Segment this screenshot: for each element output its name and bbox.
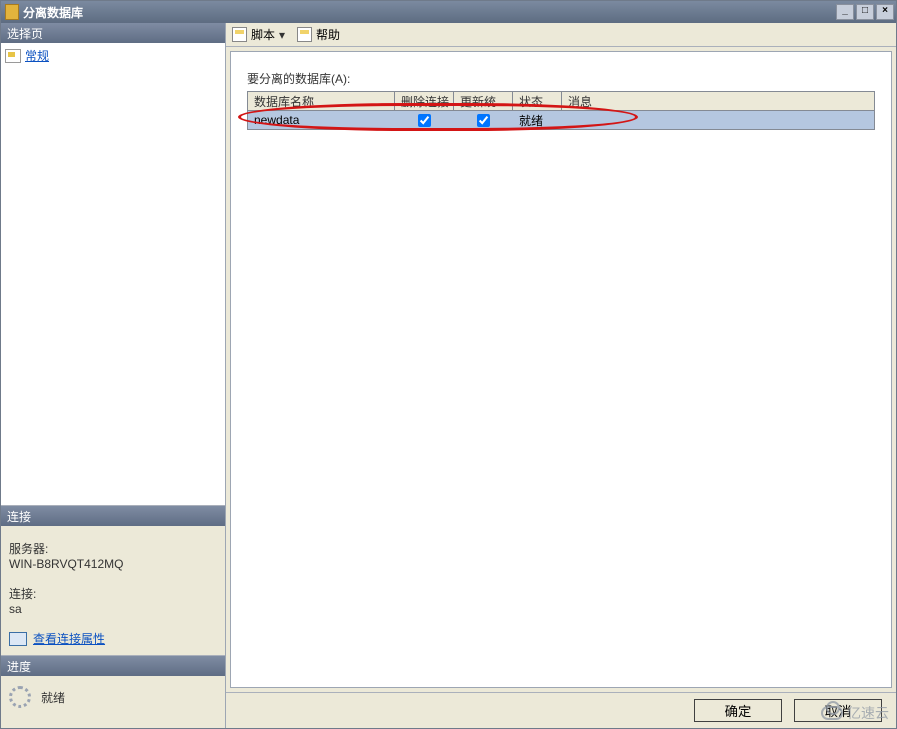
- grid-header: 数据库名称 删除连接 更新统… 状态 消息: [248, 92, 874, 111]
- left-panel: 选择页 常规 连接 服务器: WIN-B8RVQT412MQ 连接: sa 查看…: [1, 23, 226, 728]
- drop-connections-checkbox[interactable]: [418, 114, 431, 127]
- right-panel: 脚本 ▾ 帮助 要分离的数据库(A): 数据库名称 删除连接 更新统… 状态: [226, 23, 896, 728]
- view-connection-properties-link[interactable]: 查看连接属性: [9, 630, 217, 647]
- prompt-label: 要分离的数据库(A):: [247, 70, 875, 87]
- page-general-label: 常规: [25, 47, 49, 64]
- script-label: 脚本: [251, 26, 275, 43]
- chevron-down-icon[interactable]: ▾: [277, 28, 287, 42]
- page-icon: [5, 49, 21, 63]
- cell-state: 就绪: [513, 111, 562, 130]
- progress-state: 就绪: [41, 689, 65, 706]
- connection-value: sa: [9, 602, 217, 616]
- cancel-button[interactable]: 取消: [794, 699, 882, 722]
- titlebar[interactable]: 分离数据库 _ □ ×: [1, 1, 896, 23]
- app-icon: [5, 4, 19, 20]
- maximize-button[interactable]: □: [856, 4, 874, 20]
- script-button[interactable]: 脚本 ▾: [232, 26, 287, 43]
- script-icon: [232, 27, 247, 42]
- monitor-icon: [9, 632, 27, 646]
- col-drop[interactable]: 删除连接: [395, 92, 454, 110]
- connection-label: 连接:: [9, 585, 217, 602]
- select-page-header: 选择页: [1, 23, 225, 43]
- spinner-icon: [9, 686, 31, 708]
- connection-panel: 连接 服务器: WIN-B8RVQT412MQ 连接: sa 查看连接属性: [1, 505, 225, 655]
- footer: 确定 取消: [226, 692, 896, 728]
- col-msg[interactable]: 消息: [562, 92, 874, 110]
- table-row[interactable]: newdata 就绪: [248, 111, 874, 129]
- minimize-button[interactable]: _: [836, 4, 854, 20]
- help-button[interactable]: 帮助: [297, 26, 340, 43]
- page-list: 常规: [1, 43, 225, 505]
- help-icon: [297, 27, 312, 42]
- col-name[interactable]: 数据库名称: [248, 92, 395, 110]
- view-connection-properties-label: 查看连接属性: [33, 630, 105, 647]
- ok-button[interactable]: 确定: [694, 699, 782, 722]
- cell-update: [454, 113, 513, 128]
- cell-name: newdata: [248, 112, 395, 128]
- main-area: 要分离的数据库(A): 数据库名称 删除连接 更新统… 状态 消息 newdat…: [230, 51, 892, 688]
- update-stats-checkbox[interactable]: [477, 114, 490, 127]
- page-general[interactable]: 常规: [3, 45, 223, 66]
- progress-header: 进度: [1, 656, 225, 676]
- server-value: WIN-B8RVQT412MQ: [9, 557, 217, 571]
- cell-drop: [395, 113, 454, 128]
- col-update[interactable]: 更新统…: [454, 92, 513, 110]
- col-state[interactable]: 状态: [513, 92, 562, 110]
- body-split: 选择页 常规 连接 服务器: WIN-B8RVQT412MQ 连接: sa 查看…: [1, 23, 896, 728]
- connection-header: 连接: [1, 506, 225, 526]
- toolbar: 脚本 ▾ 帮助: [226, 23, 896, 47]
- help-label: 帮助: [316, 26, 340, 43]
- database-grid: 数据库名称 删除连接 更新统… 状态 消息 newdata: [247, 91, 875, 130]
- server-label: 服务器:: [9, 540, 217, 557]
- close-button[interactable]: ×: [876, 4, 894, 20]
- cell-msg: [562, 119, 874, 121]
- dialog-window: 分离数据库 _ □ × 选择页 常规 连接 服务器: WIN-B8RVQT412…: [0, 0, 897, 729]
- window-title: 分离数据库: [23, 4, 834, 21]
- progress-panel: 进度 就绪: [1, 655, 225, 728]
